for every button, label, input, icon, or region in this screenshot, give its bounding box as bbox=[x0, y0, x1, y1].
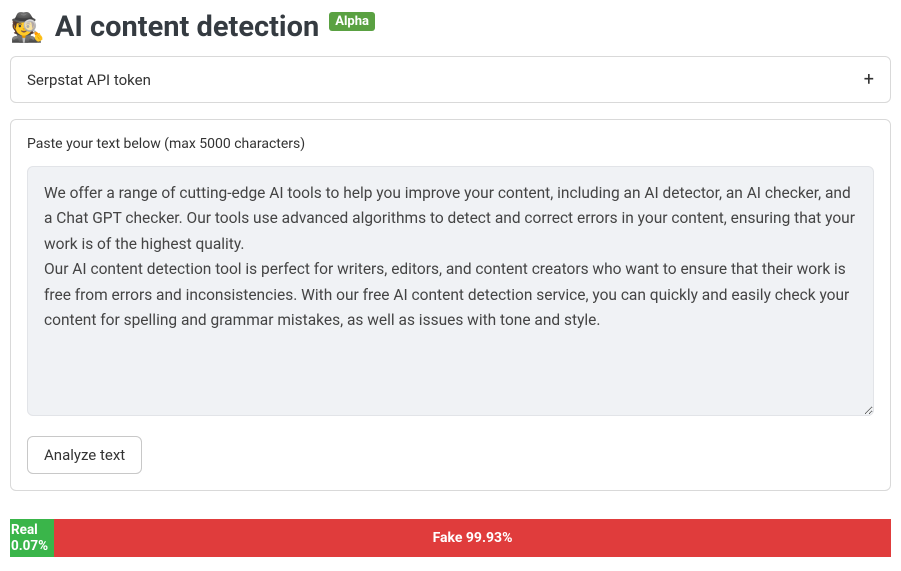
result-bar: Real 0.07% Fake 99.93% bbox=[10, 519, 891, 557]
result-real-value: 0.07% bbox=[11, 538, 54, 554]
analyze-button[interactable]: Analyze text bbox=[27, 436, 142, 474]
result-real-segment: Real 0.07% bbox=[10, 519, 54, 557]
result-fake-label: Fake 99.93% bbox=[433, 530, 513, 546]
alpha-badge: Alpha bbox=[329, 12, 375, 31]
content-textarea[interactable] bbox=[27, 166, 874, 416]
detective-icon: 🕵️ bbox=[10, 11, 45, 44]
page-title: AI content detection bbox=[55, 10, 319, 44]
result-fake-segment: Fake 99.93% bbox=[54, 519, 891, 557]
api-token-label: Serpstat API token bbox=[27, 71, 151, 89]
main-panel: Paste your text below (max 5000 characte… bbox=[10, 119, 891, 491]
plus-icon: + bbox=[864, 69, 874, 90]
paste-instruction-label: Paste your text below (max 5000 characte… bbox=[27, 136, 874, 152]
result-real-label: Real bbox=[11, 522, 54, 538]
page-header: 🕵️ AI content detection Alpha bbox=[10, 10, 891, 44]
api-token-expander[interactable]: Serpstat API token + bbox=[10, 56, 891, 103]
